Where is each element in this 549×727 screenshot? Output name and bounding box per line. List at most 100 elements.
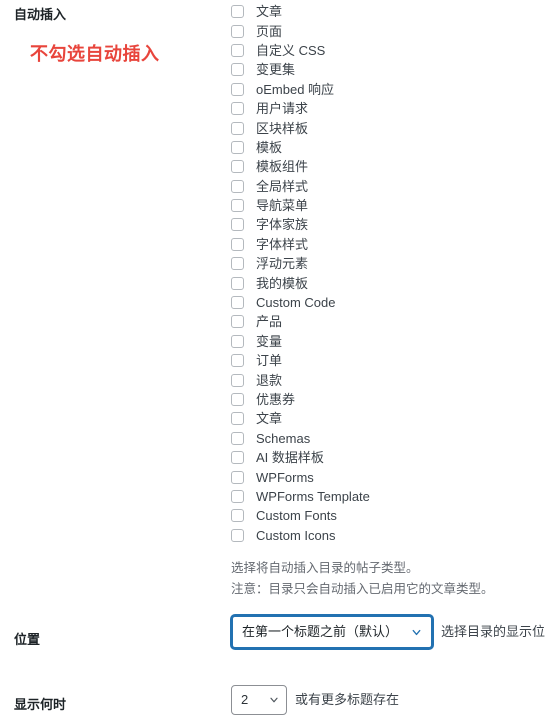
- checkbox-item[interactable]: Custom Icons: [231, 526, 531, 545]
- checkbox-item[interactable]: 模板: [231, 138, 531, 157]
- checkbox-icon[interactable]: [231, 489, 244, 503]
- position-setting-row: 位置 在第一个标题之前（默认） 选择目录的显示位: [0, 615, 549, 685]
- checkbox-label: oEmbed 响应: [256, 81, 335, 97]
- checkbox-icon[interactable]: [231, 296, 244, 310]
- checkbox-icon[interactable]: [231, 237, 244, 251]
- checkbox-icon[interactable]: [231, 431, 244, 445]
- checkbox-item[interactable]: 产品: [231, 312, 531, 331]
- heading-count-select[interactable]: 2: [231, 685, 287, 715]
- checkbox-item[interactable]: Custom Code: [231, 293, 531, 312]
- checkbox-icon[interactable]: [231, 82, 244, 96]
- checkbox-icon[interactable]: [231, 218, 244, 232]
- checkbox-label: 优惠券: [256, 392, 296, 407]
- checkbox-icon[interactable]: [231, 354, 244, 368]
- checkbox-icon[interactable]: [231, 179, 244, 193]
- checkbox-item[interactable]: 变量: [231, 332, 531, 351]
- auto-insert-setting-row: 自动插入 不勾选自动插入 文章 页面 自定义 CSS 变更集 oEmbed 响应…: [0, 0, 549, 615]
- checkbox-item[interactable]: 区块样板: [231, 118, 531, 137]
- checkbox-icon[interactable]: [231, 257, 244, 271]
- checkbox-icon[interactable]: [231, 470, 244, 484]
- checkbox-icon[interactable]: [231, 24, 244, 38]
- checkbox-label: 区块样板: [256, 120, 309, 136]
- checkbox-item[interactable]: Schemas: [231, 429, 531, 448]
- checkbox-icon[interactable]: [231, 102, 244, 116]
- checkbox-item[interactable]: oEmbed 响应: [231, 80, 531, 99]
- checkbox-label: 字体家族: [256, 217, 309, 233]
- checkbox-item[interactable]: 导航菜单: [231, 196, 531, 215]
- checkbox-icon[interactable]: [231, 5, 244, 19]
- checkbox-icon[interactable]: [231, 121, 244, 135]
- checkbox-label: Custom Code: [256, 295, 336, 311]
- checkbox-item[interactable]: 我的模板: [231, 273, 531, 292]
- checkbox-icon[interactable]: [231, 315, 244, 329]
- checkbox-icon[interactable]: [231, 412, 244, 426]
- checkbox-item[interactable]: 用户请求: [231, 99, 531, 118]
- checkbox-label: 变量: [256, 333, 283, 349]
- checkbox-label: 文章: [256, 411, 283, 427]
- annotation-do-not-check-auto-insert: 不勾选自动插入: [30, 44, 160, 64]
- checkbox-item[interactable]: 模板组件: [231, 157, 531, 176]
- checkbox-label: WPForms Template: [256, 488, 370, 504]
- checkbox-item[interactable]: 字体家族: [231, 215, 531, 234]
- checkbox-icon[interactable]: [231, 160, 244, 174]
- checkbox-label: Schemas: [256, 430, 311, 446]
- checkbox-item[interactable]: 字体样式: [231, 235, 531, 254]
- auto-insert-label: 自动插入: [14, 7, 67, 22]
- checkbox-item[interactable]: 浮动元素: [231, 254, 531, 273]
- position-description: 选择目录的显示位: [441, 624, 546, 639]
- post-type-checkbox-list: 文章 页面 自定义 CSS 变更集 oEmbed 响应 用户请求 区块样板 模板…: [231, 2, 531, 545]
- checkbox-icon[interactable]: [231, 276, 244, 290]
- checkbox-item[interactable]: 优惠券: [231, 390, 531, 409]
- checkbox-item[interactable]: 文章: [231, 409, 531, 428]
- checkbox-label: Custom Icons: [256, 527, 336, 543]
- checkbox-icon[interactable]: [231, 63, 244, 77]
- checkbox-label: WPForms: [256, 469, 314, 485]
- position-select[interactable]: 在第一个标题之前（默认）: [231, 615, 433, 649]
- checkbox-label: 浮动元素: [256, 256, 309, 272]
- chevron-down-icon: [268, 694, 280, 706]
- checkbox-icon[interactable]: [231, 393, 244, 406]
- checkbox-label: 模板: [256, 139, 283, 155]
- checkbox-icon[interactable]: [231, 509, 244, 523]
- checkbox-item[interactable]: 自定义 CSS: [231, 41, 531, 60]
- checkbox-label: 页面: [256, 23, 283, 39]
- checkbox-item[interactable]: 页面: [231, 21, 531, 40]
- display-when-label: 显示何时: [14, 697, 67, 712]
- checkbox-label: 变更集: [256, 62, 296, 78]
- position-select-value: 在第一个标题之前（默认）: [242, 624, 399, 639]
- checkbox-icon[interactable]: [231, 199, 244, 213]
- checkbox-label: 字体样式: [256, 236, 309, 252]
- auto-insert-note-text: 注意：目录只会自动插入已启用它的文章类型。: [231, 582, 494, 596]
- checkbox-label: 我的模板: [256, 275, 309, 291]
- checkbox-label: 全局样式: [256, 178, 309, 194]
- checkbox-label: 订单: [256, 353, 283, 369]
- checkbox-label: 导航菜单: [256, 198, 309, 214]
- checkbox-icon[interactable]: [231, 373, 244, 387]
- checkbox-label: AI 数据样板: [256, 450, 324, 466]
- display-when-field-group: 2 或有更多标题存在: [231, 685, 399, 715]
- checkbox-item[interactable]: 订单: [231, 351, 531, 370]
- checkbox-icon[interactable]: [231, 334, 244, 348]
- heading-count-select-value: 2: [241, 692, 249, 707]
- checkbox-label: 自定义 CSS: [256, 42, 326, 58]
- checkbox-item[interactable]: 文章: [231, 2, 531, 21]
- checkbox-item[interactable]: WPForms: [231, 467, 531, 486]
- checkbox-item[interactable]: Custom Fonts: [231, 506, 531, 525]
- position-label: 位置: [14, 632, 41, 647]
- auto-insert-helper-text: 选择将自动插入目录的帖子类型。: [231, 561, 419, 575]
- checkbox-item[interactable]: WPForms Template: [231, 487, 531, 506]
- checkbox-icon[interactable]: [231, 451, 244, 465]
- checkbox-icon[interactable]: [231, 140, 244, 154]
- checkbox-item[interactable]: AI 数据样板: [231, 448, 531, 467]
- checkbox-icon[interactable]: [231, 528, 244, 542]
- checkbox-icon[interactable]: [231, 43, 244, 57]
- checkbox-label: 模板组件: [256, 159, 309, 175]
- checkbox-item[interactable]: 全局样式: [231, 177, 531, 196]
- checkbox-label: 文章: [256, 4, 283, 20]
- checkbox-item[interactable]: 退款: [231, 370, 531, 389]
- display-when-setting-row: 显示何时 2 或有更多标题存在: [0, 685, 549, 727]
- checkbox-item[interactable]: 变更集: [231, 60, 531, 79]
- checkbox-label: 退款: [256, 372, 283, 388]
- checkbox-label: 产品: [256, 314, 283, 330]
- chevron-down-icon: [410, 626, 423, 639]
